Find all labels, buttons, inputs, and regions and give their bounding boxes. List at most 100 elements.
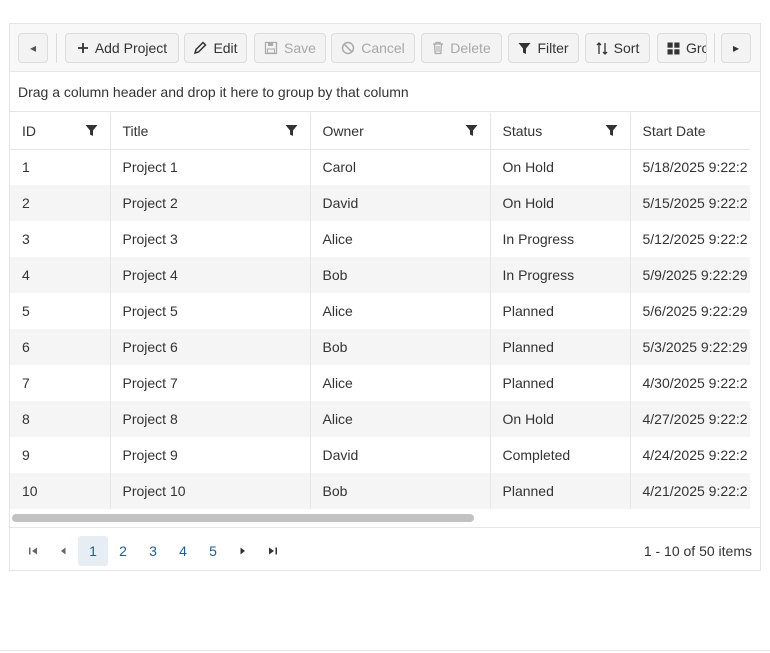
cell-status: Planned <box>490 365 631 401</box>
column-filter-icon[interactable] <box>85 124 98 140</box>
group-drop-panel[interactable]: Drag a column header and drop it here to… <box>10 72 760 112</box>
cancel-label: Cancel <box>361 40 405 56</box>
cell-id: 4 <box>10 257 111 293</box>
page-number: 2 <box>119 543 127 559</box>
cell-owner: Carol <box>310 149 491 185</box>
cell-status: On Hold <box>490 185 631 221</box>
previous-page-button[interactable] <box>48 536 78 566</box>
page-1-button[interactable]: 1 <box>78 536 108 566</box>
column-header-label: Title <box>122 122 149 139</box>
cell-title: Project 2 <box>110 185 311 221</box>
grid-toolbar: ◂ Add Project Edit Save Cancel Delete Fi… <box>10 24 760 72</box>
page-number: 5 <box>209 543 217 559</box>
cell-title: Project 7 <box>110 365 311 401</box>
column-header-label: Status <box>502 122 543 139</box>
next-page-button[interactable] <box>228 536 258 566</box>
caret-right-icon: ▸ <box>732 41 740 55</box>
table-row[interactable]: 10 Project 10 Bob Planned 4/21/2025 9:22:2 <box>10 473 750 509</box>
project-grid: ◂ Add Project Edit Save Cancel Delete Fi… <box>9 23 761 571</box>
cell-id: 10 <box>10 473 111 509</box>
column-header-label: Start Date <box>642 122 706 139</box>
cell-status: Completed <box>490 437 631 473</box>
cancel-circle-icon <box>341 41 355 55</box>
column-filter-icon[interactable] <box>285 124 298 140</box>
cell-id: 2 <box>10 185 111 221</box>
page-2-button[interactable]: 2 <box>108 536 138 566</box>
last-page-button[interactable] <box>258 536 288 566</box>
delete-label: Delete <box>450 40 491 56</box>
cell-start-date: 4/24/2025 9:22:2 <box>630 437 750 473</box>
floppy-disk-icon <box>264 41 278 55</box>
column-header-owner[interactable]: Owner <box>310 113 491 150</box>
cancel-button[interactable]: Cancel <box>331 33 415 63</box>
toolbar-scroll-right-button[interactable]: ▸ <box>721 33 751 63</box>
header-row: ID Title Owner Status Start Date <box>10 113 750 150</box>
cell-start-date: 4/21/2025 9:22:2 <box>630 473 750 509</box>
table-row[interactable]: 5 Project 5 Alice Planned 5/6/2025 9:22:29 <box>10 293 750 329</box>
cell-owner: David <box>310 437 491 473</box>
plus-icon <box>77 42 89 54</box>
cell-id: 1 <box>10 149 111 185</box>
horizontal-scrollbar-thumb[interactable] <box>12 514 474 522</box>
page-number: 3 <box>149 543 157 559</box>
table-row[interactable]: 7 Project 7 Alice Planned 4/30/2025 9:22:2 <box>10 365 750 401</box>
table-row[interactable]: 4 Project 4 Bob In Progress 5/9/2025 9:22:29 <box>10 257 750 293</box>
toolbar-separator <box>56 33 57 63</box>
table-row[interactable]: 2 Project 2 David On Hold 5/15/2025 9:22:2 <box>10 185 750 221</box>
trash-icon <box>432 41 444 55</box>
sort-button[interactable]: Sort <box>585 33 650 63</box>
cell-owner: Bob <box>310 329 491 365</box>
column-header-id[interactable]: ID <box>10 113 111 150</box>
edit-button[interactable]: Edit <box>184 33 247 63</box>
column-filter-icon[interactable] <box>465 124 478 140</box>
table-row[interactable]: 1 Project 1 Carol On Hold 5/18/2025 9:22:2 <box>10 149 750 185</box>
group-icon <box>667 42 680 55</box>
caret-right-icon <box>239 543 247 559</box>
column-header-label: ID <box>22 122 36 139</box>
cell-status: On Hold <box>490 149 631 185</box>
cell-id: 5 <box>10 293 111 329</box>
page-number: 4 <box>179 543 187 559</box>
cell-title: Project 8 <box>110 401 311 437</box>
column-header-title[interactable]: Title <box>110 113 311 150</box>
cell-id: 7 <box>10 365 111 401</box>
add-project-button[interactable]: Add Project <box>65 33 179 63</box>
save-label: Save <box>284 40 316 56</box>
filter-icon <box>518 42 531 55</box>
cell-id: 3 <box>10 221 111 257</box>
column-header-status[interactable]: Status <box>490 113 631 150</box>
cell-title: Project 10 <box>110 473 311 509</box>
sort-label: Sort <box>613 40 640 56</box>
cell-owner: Alice <box>310 365 491 401</box>
table-row[interactable]: 3 Project 3 Alice In Progress 5/12/2025 9:22… <box>10 221 750 257</box>
edit-label: Edit <box>213 40 238 56</box>
page-3-button[interactable]: 3 <box>138 536 168 566</box>
cell-status: In Progress <box>490 257 631 293</box>
toolbar-scroll-left-button[interactable]: ◂ <box>18 33 48 63</box>
filter-button[interactable]: Filter <box>508 33 579 63</box>
table-row[interactable]: 8 Project 8 Alice On Hold 4/27/2025 9:22:2 <box>10 401 750 437</box>
table-row[interactable]: 9 Project 9 David Completed 4/24/2025 9:22:2 <box>10 437 750 473</box>
grid-table-area: ID Title Owner Status Start Date 1 Proje… <box>10 113 750 525</box>
table-row[interactable]: 6 Project 6 Bob Planned 5/3/2025 9:22:29 <box>10 329 750 365</box>
cell-start-date: 5/6/2025 9:22:29 <box>630 293 750 329</box>
group-label: Gro <box>686 40 706 56</box>
group-button[interactable]: Gro <box>657 33 707 63</box>
cell-owner: Alice <box>310 221 491 257</box>
page-4-button[interactable]: 4 <box>168 536 198 566</box>
pager-info: 1 - 10 of 50 items <box>643 543 752 559</box>
column-filter-icon[interactable] <box>605 124 618 140</box>
cell-title: Project 6 <box>110 329 311 365</box>
first-page-button[interactable] <box>18 536 48 566</box>
page-5-button[interactable]: 5 <box>198 536 228 566</box>
cell-title: Project 9 <box>110 437 311 473</box>
pencil-icon <box>193 41 207 55</box>
group-panel-hint: Drag a column header and drop it here to… <box>18 84 409 100</box>
toolbar-separator <box>714 33 715 63</box>
cell-id: 6 <box>10 329 111 365</box>
column-header-start-date[interactable]: Start Date <box>630 113 750 150</box>
delete-button[interactable]: Delete <box>421 33 502 63</box>
cell-id: 8 <box>10 401 111 437</box>
save-button[interactable]: Save <box>254 33 326 63</box>
cell-owner: Bob <box>310 473 491 509</box>
